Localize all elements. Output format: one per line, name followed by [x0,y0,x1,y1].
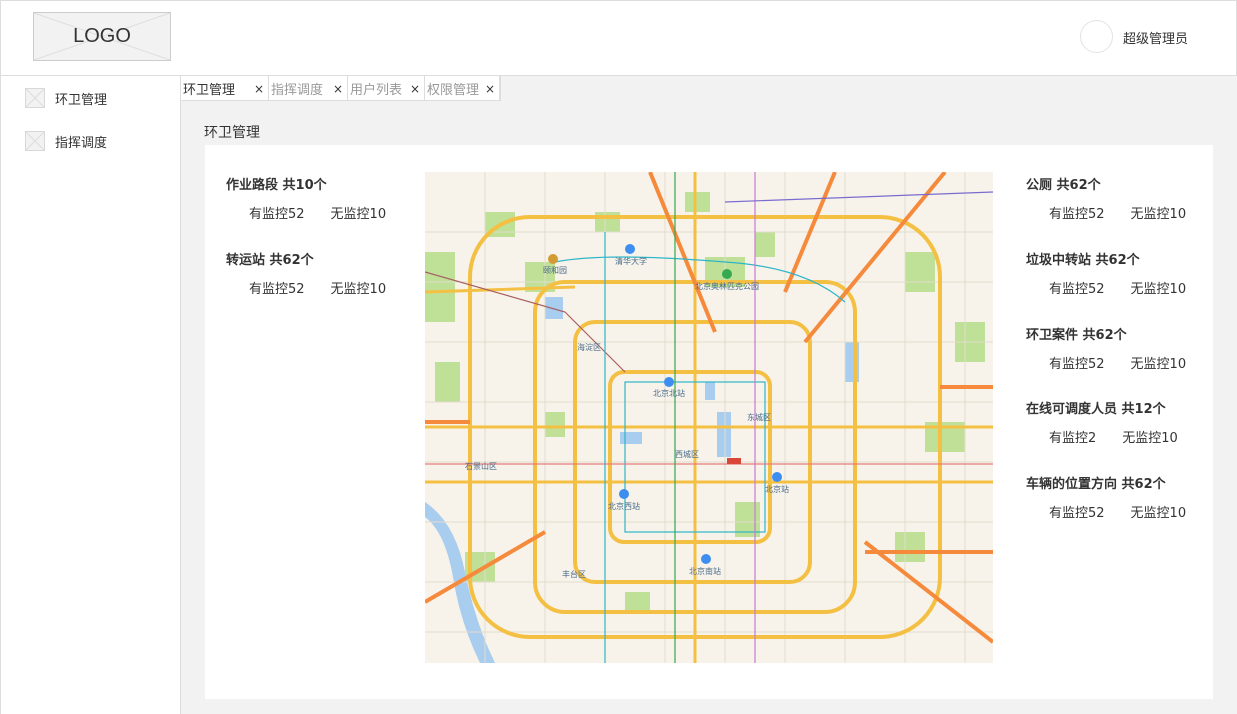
logo[interactable]: LOGO [33,12,171,61]
map-label: 清华大学 [615,256,647,266]
user-name[interactable]: 超级管理员 [1123,28,1188,47]
main-content: 环卫管理 × 指挥调度 × 用户列表 × 权限管理 × 环卫管理 作业路段 共1… [181,76,1237,714]
stat-online-staff[interactable]: 在线可调度人员 共12个 有监控2 无监控10 [1026,398,1226,446]
stat-monitored[interactable]: 有监控52 [1049,207,1105,222]
stat-monitored[interactable]: 有监控52 [249,282,305,297]
sidebar-item-label: 环卫管理 [55,92,108,108]
stat-public-toilets[interactable]: 公厕 共62个 有监控52 无监控10 [1026,174,1226,222]
tab-label: 环卫管理 [183,83,236,98]
stat-monitored[interactable]: 有监控2 [1049,431,1096,446]
stat-title: 在线可调度人员 共12个 [1026,402,1166,417]
stat-title: 公厕 共62个 [1026,178,1101,193]
map-label: 颐和园 [543,266,567,275]
map-label: 北京南站 [689,566,721,576]
tab-user-list[interactable]: 用户列表 × [348,76,425,101]
map-label: 北京北站 [653,388,685,398]
tab-label: 用户列表 [350,83,403,98]
tab-permissions[interactable]: 权限管理 × [425,76,500,101]
map-label: 北京站 [765,484,789,494]
stat-monitored[interactable]: 有监控52 [1049,506,1105,521]
stat-unmonitored[interactable]: 无监控10 [1131,357,1187,372]
map-canvas[interactable]: 清华大学 颐和园 北京奥林匹克公园 海淀区 北京北站 东城区 西城区 北京站 石… [425,172,993,663]
map-label: 东城区 [747,412,771,422]
map-label: 海淀区 [577,342,601,352]
sidebar-item-label: 指挥调度 [55,135,108,151]
stat-title: 垃圾中转站 共62个 [1026,253,1140,268]
stat-unmonitored[interactable]: 无监控10 [331,207,387,222]
stat-vehicle-positions[interactable]: 车辆的位置方向 共62个 有监控52 无监控10 [1026,473,1226,521]
map-label: 石景山区 [465,461,497,471]
sidebar-item-sanitation[interactable]: 环卫管理 [25,88,107,108]
stat-unmonitored[interactable]: 无监控10 [1122,431,1178,446]
tab-dispatch[interactable]: 指挥调度 × [269,76,348,101]
map-label: 西城区 [675,450,699,459]
stat-unmonitored[interactable]: 无监控10 [1131,506,1187,521]
stat-title: 环卫案件 共62个 [1026,328,1127,343]
stat-monitored[interactable]: 有监控52 [1049,357,1105,372]
close-icon[interactable]: × [410,82,420,96]
map-label: 北京奥林匹克公园 [695,281,759,291]
page-title: 环卫管理 [204,125,260,141]
top-header: LOGO 超级管理员 [0,0,1237,76]
stat-monitored[interactable]: 有监控52 [249,207,305,222]
tab-sanitation[interactable]: 环卫管理 × [181,76,269,101]
stat-title: 车辆的位置方向 共62个 [1026,477,1166,492]
stat-unmonitored[interactable]: 无监控10 [331,282,387,297]
stat-title: 作业路段 共10个 [226,178,327,193]
stat-title: 转运站 共62个 [226,253,314,268]
close-icon[interactable]: × [333,82,343,96]
stat-garbage-transfer[interactable]: 垃圾中转站 共62个 有监控52 无监控10 [1026,249,1226,297]
close-icon[interactable]: × [254,82,264,96]
stat-unmonitored[interactable]: 无监控10 [1131,282,1187,297]
map-label: 丰台区 [562,569,586,579]
close-icon[interactable]: × [485,82,495,96]
stat-monitored[interactable]: 有监控52 [1049,282,1105,297]
stat-unmonitored[interactable]: 无监控10 [1131,207,1187,222]
tab-label: 权限管理 [427,83,480,98]
city-map[interactable]: 清华大学 颐和园 北京奥林匹克公园 海淀区 北京北站 东城区 西城区 北京站 石… [425,172,993,663]
tab-bar: 环卫管理 × 指挥调度 × 用户列表 × 权限管理 × [181,76,501,101]
image-placeholder-icon [25,131,45,151]
sidebar: 环卫管理 指挥调度 [0,76,181,714]
stat-work-roads[interactable]: 作业路段 共10个 有监控52 无监控10 [226,174,426,222]
dashboard-panel: 作业路段 共10个 有监控52 无监控10 转运站 共62个 有监控52 无监控10 [205,145,1213,699]
image-placeholder-icon [25,88,45,108]
tab-label: 指挥调度 [271,83,324,98]
sidebar-item-dispatch[interactable]: 指挥调度 [25,131,107,151]
map-label: 北京西站 [608,501,640,511]
stat-sanitation-cases[interactable]: 环卫案件 共62个 有监控52 无监控10 [1026,324,1226,372]
avatar[interactable] [1080,20,1113,53]
stat-transfer-stations[interactable]: 转运站 共62个 有监控52 无监控10 [226,249,426,297]
logo-text: LOGO [73,25,131,47]
